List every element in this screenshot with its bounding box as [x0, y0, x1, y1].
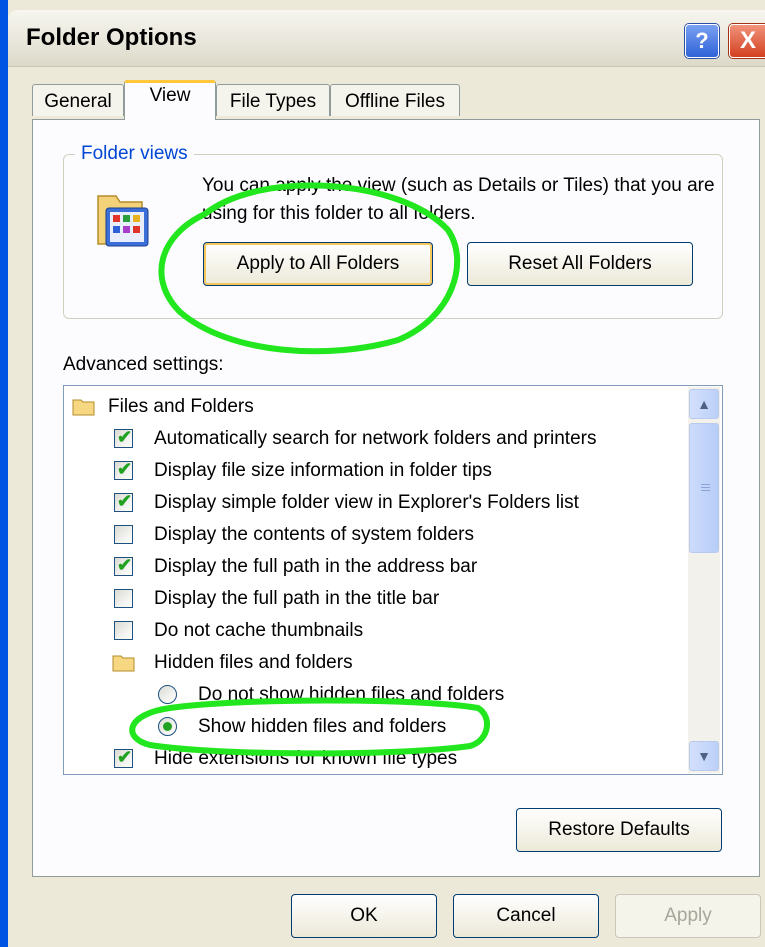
- scroll-down-button[interactable]: ▼: [689, 741, 719, 771]
- restore-defaults-button[interactable]: Restore Defaults: [516, 808, 722, 852]
- check-icon: ✔: [117, 427, 133, 447]
- radio-selected-dot: [163, 722, 172, 731]
- list-scrollbar[interactable]: ▲ ▼: [688, 387, 720, 773]
- grip-icon: [701, 484, 710, 485]
- option-label: Automatically search for network folders…: [154, 428, 597, 449]
- apply-button[interactable]: Apply: [615, 894, 761, 938]
- option-label: Do not cache thumbnails: [154, 620, 364, 641]
- tab-file-types[interactable]: File Types: [216, 84, 330, 116]
- checkbox[interactable]: ✔: [114, 555, 133, 576]
- check-icon: ✔: [117, 555, 133, 575]
- reset-all-folders-button[interactable]: Reset All Folders: [467, 242, 693, 286]
- option-label: Display the contents of system folders: [154, 524, 474, 545]
- advanced-settings-list[interactable]: Files and Folders ✔ Automatically search…: [63, 385, 723, 775]
- check-icon: ✔: [117, 491, 133, 511]
- check-icon: ✔: [117, 459, 133, 479]
- checkbox[interactable]: ✔: [114, 459, 133, 480]
- tab-general[interactable]: General: [32, 84, 124, 116]
- option-label: Display simple folder view in Explorer's…: [154, 492, 579, 513]
- folder-view-icon: [97, 195, 149, 247]
- cancel-button[interactable]: Cancel: [453, 894, 599, 938]
- scroll-thumb[interactable]: [689, 423, 719, 553]
- folder-icon: [72, 399, 95, 416]
- scroll-up-button[interactable]: ▲: [689, 389, 719, 419]
- tab-offline-files[interactable]: Offline Files: [330, 84, 460, 116]
- close-button[interactable]: X: [729, 24, 765, 58]
- option-label: Show hidden files and folders: [198, 716, 447, 737]
- checkbox[interactable]: [114, 525, 133, 544]
- ok-button[interactable]: OK: [291, 894, 437, 938]
- folder-views-legend: Folder views: [75, 143, 194, 165]
- option-label: Display the full path in the address bar: [154, 556, 478, 577]
- radio-button[interactable]: [158, 717, 177, 736]
- checkbox[interactable]: [114, 621, 133, 640]
- folder-views-description: You can apply the view (such as Details …: [202, 175, 715, 224]
- window-title: Folder Options: [26, 24, 197, 51]
- tree-group-label: Files and Folders: [108, 396, 254, 417]
- radio-button[interactable]: [158, 685, 177, 704]
- option-label: Display the full path in the title bar: [154, 588, 440, 609]
- checkbox[interactable]: ✔: [114, 747, 133, 768]
- tree-group-label: Hidden files and folders: [154, 652, 353, 673]
- apply-to-all-folders-button[interactable]: Apply to All Folders: [203, 242, 433, 286]
- option-label: Display file size information in folder …: [154, 460, 492, 481]
- title-bar[interactable]: Folder Options ? X: [8, 10, 765, 67]
- option-label: Do not show hidden files and folders: [198, 684, 505, 705]
- checkbox[interactable]: ✔: [114, 491, 133, 512]
- checkbox[interactable]: ✔: [114, 427, 133, 448]
- tab-view[interactable]: View: [124, 80, 216, 120]
- checkbox[interactable]: [114, 589, 133, 608]
- folder-icon: [112, 655, 135, 672]
- check-icon: ✔: [117, 747, 133, 767]
- advanced-settings-label: Advanced settings:: [63, 354, 224, 375]
- help-button[interactable]: ?: [685, 24, 719, 58]
- option-label: Hide extensions for known file types: [154, 748, 458, 769]
